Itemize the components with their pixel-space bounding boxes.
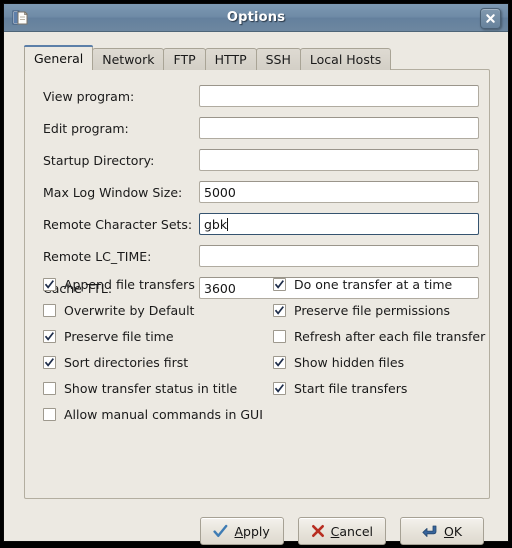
tab-network-label: Network (102, 52, 155, 67)
checkbox-label: Preserve file permissions (294, 302, 451, 318)
edit-program-input[interactable] (199, 117, 479, 139)
checkbox-preserve-file-permissions[interactable]: Preserve file permissions (273, 297, 493, 323)
apply-button-label: Apply (234, 523, 270, 539)
document-window-icon (12, 9, 29, 26)
checkbox-label: Do one transfer at a time (294, 276, 453, 292)
apply-button[interactable]: Apply (199, 517, 284, 545)
checkbox-show-hidden-files[interactable]: Show hidden files (273, 349, 493, 375)
checkbox-column-right: Do one transfer at a time Preserve file … (273, 271, 493, 401)
dialog-body: General Network FTP HTTP SSH Local Hosts (4, 32, 508, 545)
startup-directory-label: Startup Directory: (43, 152, 155, 168)
checkbox-label: Start file transfers (294, 380, 408, 396)
checkbox-label: Show transfer status in title (64, 380, 238, 396)
enter-arrow-icon (422, 524, 438, 539)
ok-button[interactable]: OK (400, 517, 484, 545)
text-caret (227, 217, 229, 231)
field-row-max-log-window-size: Max Log Window Size: 5000 (25, 176, 489, 208)
tab-local-hosts-label: Local Hosts (309, 52, 382, 67)
tab-http-label: HTTP (214, 52, 247, 67)
cancel-button[interactable]: Cancel (297, 517, 386, 545)
checkmark-icon (213, 524, 228, 539)
close-icon (485, 9, 496, 28)
edit-program-label: Edit program: (43, 120, 129, 136)
checkbox-box (43, 407, 56, 421)
close-button[interactable] (480, 8, 501, 29)
tab-ssh-label: SSH (265, 52, 291, 67)
checkbox-sort-directories-first[interactable]: Sort directories first (43, 349, 275, 375)
field-row-remote-lc-time: Remote LC_TIME: (25, 240, 489, 272)
window-title: Options (226, 10, 286, 25)
checkbox-preserve-file-time[interactable]: Preserve file time (43, 323, 275, 349)
checkbox-overwrite-by-default[interactable]: Overwrite by Default (43, 297, 275, 323)
remote-character-sets-input[interactable]: gbk (199, 213, 479, 235)
checkbox-label: Preserve file time (64, 328, 174, 344)
max-log-window-size-value: 5000 (204, 184, 236, 200)
checkbox-refresh-after-each-file-transfer[interactable]: Refresh after each file transfer (273, 323, 493, 349)
tab-local-hosts[interactable]: Local Hosts (299, 48, 392, 70)
checkbox-box (273, 355, 286, 369)
checkmark-icon (274, 279, 284, 289)
tab-general-label: General (34, 50, 84, 66)
checkbox-append-file-transfers[interactable]: Append file transfers (43, 271, 275, 297)
checkbox-allow-manual-commands-in-gui[interactable]: Allow manual commands in GUI (43, 401, 275, 427)
remote-character-sets-label: Remote Character Sets: (43, 216, 193, 232)
checkbox-label: Overwrite by Default (64, 302, 195, 318)
checkmark-icon (274, 305, 284, 315)
checkbox-box (43, 303, 56, 317)
checkmark-icon (44, 331, 54, 341)
checkbox-box (273, 381, 286, 395)
checkbox-box (43, 277, 56, 291)
checkmark-icon (44, 357, 54, 367)
dialog-button-bar: Apply Cancel OK (4, 514, 508, 548)
startup-directory-input[interactable] (199, 149, 479, 171)
tab-network[interactable]: Network (92, 48, 165, 70)
tab-ftp[interactable]: FTP (163, 48, 206, 70)
checkbox-box (273, 277, 286, 291)
field-row-edit-program: Edit program: (25, 112, 489, 144)
tab-http[interactable]: HTTP (204, 48, 257, 70)
checkbox-do-one-transfer-at-a-time[interactable]: Do one transfer at a time (273, 271, 493, 297)
checkbox-box (43, 381, 56, 395)
checkbox-label: Refresh after each file transfer (294, 328, 486, 344)
checkbox-label: Allow manual commands in GUI (64, 406, 263, 422)
checkbox-label: Append file transfers (64, 276, 195, 292)
remote-lc-time-input[interactable] (199, 245, 479, 267)
max-log-window-size-input[interactable]: 5000 (199, 181, 479, 203)
remote-lc-time-label: Remote LC_TIME: (43, 248, 152, 264)
tab-general[interactable]: General (24, 45, 94, 70)
checkbox-column-left: Append file transfers Overwrite by Defau… (43, 271, 275, 427)
tab-strip: General Network FTP HTTP SSH Local Hosts (24, 45, 392, 70)
checkbox-box (273, 329, 286, 343)
view-program-input[interactable] (199, 85, 479, 107)
cancel-button-label: Cancel (330, 523, 373, 539)
field-row-startup-directory: Startup Directory: (25, 144, 489, 176)
title-bar: Options (4, 4, 508, 32)
checkbox-label: Sort directories first (64, 354, 189, 370)
checkbox-start-file-transfers[interactable]: Start file transfers (273, 375, 493, 401)
max-log-window-size-label: Max Log Window Size: (43, 184, 183, 200)
checkbox-box (43, 329, 56, 343)
view-program-label: View program: (43, 88, 135, 104)
tab-ssh[interactable]: SSH (255, 48, 301, 70)
tab-ftp-label: FTP (173, 52, 196, 67)
field-row-remote-character-sets: Remote Character Sets: gbk (25, 208, 489, 240)
cross-icon (311, 524, 325, 538)
checkbox-show-transfer-status-in-title[interactable]: Show transfer status in title (43, 375, 275, 401)
options-dialog-window: Options General Network FTP HTTP SSH Loc… (3, 3, 509, 545)
field-row-view-program: View program: (25, 80, 489, 112)
checkbox-box (43, 355, 56, 369)
checkbox-label: Show hidden files (294, 354, 405, 370)
checkmark-icon (274, 383, 284, 393)
general-settings-panel: View program: Edit program: Startup Dire… (24, 69, 490, 499)
checkbox-box (273, 303, 286, 317)
ok-button-label: OK (443, 523, 463, 539)
checkmark-icon (44, 279, 54, 289)
remote-character-sets-value: gbk (204, 216, 228, 232)
checkmark-icon (274, 357, 284, 367)
